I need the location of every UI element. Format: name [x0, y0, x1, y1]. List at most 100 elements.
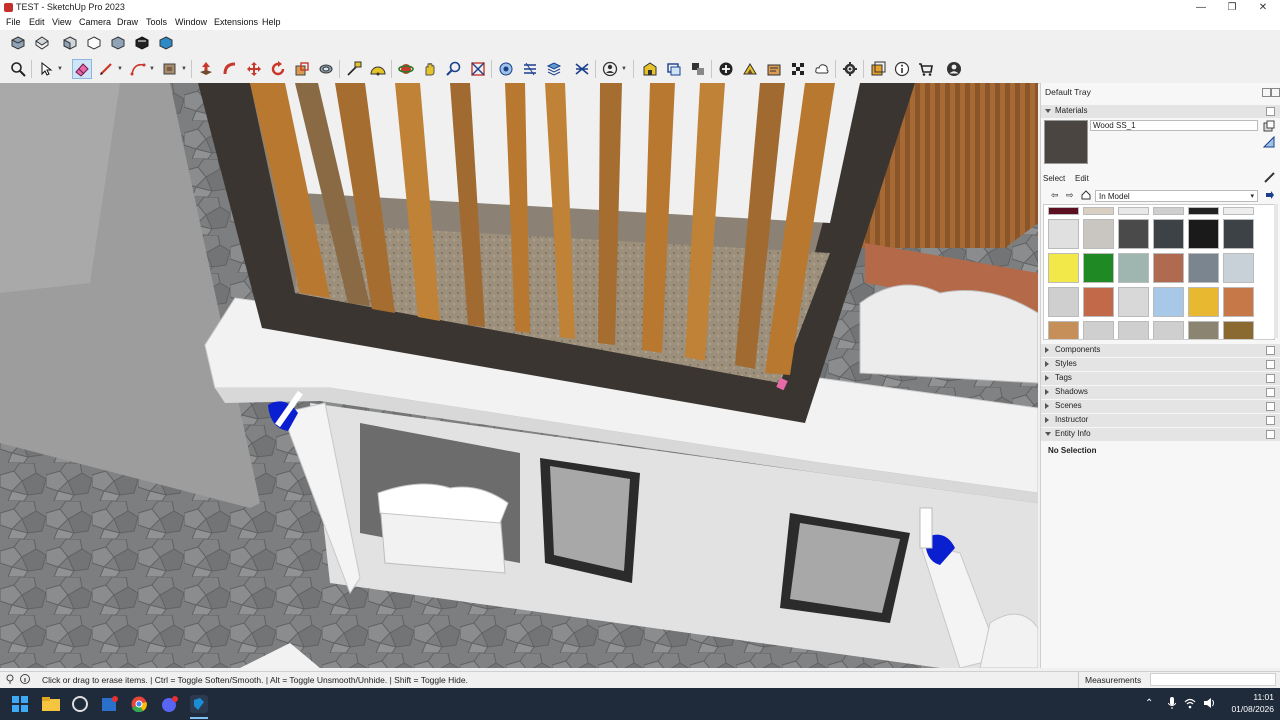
- bottom-view-icon[interactable]: [156, 33, 176, 53]
- material-swatch[interactable]: [1118, 253, 1149, 283]
- material-swatch[interactable]: [1188, 253, 1219, 283]
- chevron-down-icon[interactable]: ▼: [181, 59, 187, 79]
- material-swatch[interactable]: [1153, 253, 1184, 283]
- material-swatch[interactable]: [1188, 219, 1219, 249]
- sketchup-taskbar-icon[interactable]: [190, 695, 208, 713]
- shadows-panel-header[interactable]: Shadows: [1041, 386, 1280, 399]
- wifi-icon[interactable]: [1184, 697, 1196, 709]
- components-panel-header[interactable]: Components: [1041, 344, 1280, 357]
- extension-icon[interactable]: [664, 59, 684, 79]
- panel-close-icon[interactable]: [1266, 388, 1275, 397]
- file-explorer-icon[interactable]: [42, 696, 60, 712]
- app-icon[interactable]: [72, 696, 88, 712]
- menu-draw[interactable]: Draw: [117, 17, 138, 27]
- section-plane-icon[interactable]: [496, 59, 516, 79]
- chevron-up-icon[interactable]: ⌃: [1145, 698, 1153, 709]
- speaker-icon[interactable]: [1203, 697, 1215, 709]
- chrome-icon[interactable]: [131, 696, 147, 713]
- select-tab[interactable]: Select: [1043, 174, 1065, 183]
- paint-bucket-icon[interactable]: [160, 59, 180, 79]
- material-name-field[interactable]: Wood SS_1: [1090, 120, 1258, 131]
- eyedropper-icon[interactable]: [1264, 171, 1276, 183]
- menu-file[interactable]: File: [6, 17, 21, 27]
- chevron-down-icon[interactable]: ▼: [117, 59, 123, 79]
- material-swatch[interactable]: [1188, 207, 1219, 215]
- info-icon[interactable]: [20, 674, 30, 684]
- material-swatch[interactable]: [1153, 219, 1184, 249]
- panel-close-icon[interactable]: [1266, 360, 1275, 369]
- home-icon[interactable]: [1081, 190, 1091, 200]
- geo-location-icon[interactable]: [5, 674, 15, 684]
- menu-camera[interactable]: Camera: [79, 17, 111, 27]
- tags-panel-header[interactable]: Tags: [1041, 372, 1280, 385]
- protractor-icon[interactable]: [368, 59, 388, 79]
- tape-measure-icon[interactable]: [344, 59, 364, 79]
- fog-icon[interactable]: [572, 59, 592, 79]
- details-arrow-icon[interactable]: [1265, 190, 1275, 200]
- measurements-input[interactable]: [1150, 673, 1276, 686]
- back-icon[interactable]: ⇦: [1051, 190, 1059, 201]
- panel-close-icon[interactable]: [1266, 402, 1275, 411]
- chevron-down-icon[interactable]: ▼: [149, 59, 155, 79]
- material-swatch[interactable]: [1153, 321, 1184, 339]
- sample-paint-icon[interactable]: [1262, 135, 1275, 148]
- solid-tools-icon[interactable]: [688, 59, 708, 79]
- follow-me-icon[interactable]: [220, 59, 240, 79]
- material-swatch[interactable]: [1223, 253, 1254, 283]
- xray-icon[interactable]: [520, 59, 540, 79]
- text-icon[interactable]: [788, 59, 808, 79]
- entity-info-panel-header[interactable]: Entity Info: [1041, 428, 1280, 441]
- outliner-icon[interactable]: [868, 59, 888, 79]
- cart-icon[interactable]: [916, 59, 936, 79]
- zoom-extents-icon[interactable]: [468, 59, 488, 79]
- panel-close-icon[interactable]: [1266, 374, 1275, 383]
- material-swatch[interactable]: [1153, 207, 1184, 215]
- material-swatch[interactable]: [1118, 219, 1149, 249]
- menu-view[interactable]: View: [52, 17, 71, 27]
- move-icon[interactable]: [244, 59, 264, 79]
- material-swatch[interactable]: [1048, 253, 1079, 283]
- minimize-button[interactable]: —: [1186, 0, 1216, 16]
- panel-close-icon[interactable]: [1266, 430, 1275, 439]
- create-material-icon[interactable]: [1263, 120, 1275, 132]
- warehouse-icon[interactable]: [640, 59, 660, 79]
- orbit-icon[interactable]: [396, 59, 416, 79]
- windows-start-icon[interactable]: [12, 696, 28, 712]
- material-swatch[interactable]: [1048, 207, 1079, 215]
- tray-close-icon[interactable]: [1271, 88, 1280, 97]
- material-swatch[interactable]: [1118, 321, 1149, 339]
- swatch-scrollbar[interactable]: [1274, 204, 1278, 338]
- material-swatch[interactable]: [1153, 287, 1184, 317]
- zoom-window-icon[interactable]: [444, 59, 464, 79]
- collection-dropdown[interactable]: In Model ▾: [1095, 190, 1258, 202]
- push-pull-icon[interactable]: [196, 59, 216, 79]
- model-viewport[interactable]: [0, 83, 1038, 668]
- chevron-down-icon[interactable]: ▼: [57, 59, 63, 79]
- instructor-panel-header[interactable]: Instructor: [1041, 414, 1280, 427]
- shape-icon[interactable]: [128, 59, 148, 79]
- select-icon[interactable]: [36, 59, 56, 79]
- restore-button[interactable]: ❐: [1217, 0, 1247, 16]
- dimensions-icon[interactable]: [764, 59, 784, 79]
- user-icon[interactable]: [600, 59, 620, 79]
- close-button[interactable]: ✕: [1248, 0, 1278, 16]
- edit-tab[interactable]: Edit: [1075, 174, 1089, 183]
- material-swatch[interactable]: [1223, 321, 1254, 339]
- material-swatch[interactable]: [1188, 287, 1219, 317]
- material-swatch[interactable]: [1083, 253, 1114, 283]
- forward-icon[interactable]: ⇨: [1066, 190, 1074, 201]
- panel-close-icon[interactable]: [1266, 416, 1275, 425]
- pan-icon[interactable]: [420, 59, 440, 79]
- menu-window[interactable]: Window: [175, 17, 207, 27]
- material-swatch[interactable]: [1048, 321, 1079, 339]
- tray-pin-icon[interactable]: [1262, 88, 1271, 97]
- material-swatch[interactable]: [1083, 207, 1114, 215]
- material-swatch[interactable]: [1083, 287, 1114, 317]
- chevron-down-icon[interactable]: ▼: [621, 59, 627, 79]
- right-view-icon[interactable]: [84, 33, 104, 53]
- material-swatch[interactable]: [1083, 321, 1114, 339]
- eraser-icon[interactable]: [72, 59, 92, 79]
- material-swatch[interactable]: [1223, 207, 1254, 215]
- shadows-icon[interactable]: [544, 59, 564, 79]
- material-swatch[interactable]: [1188, 321, 1219, 339]
